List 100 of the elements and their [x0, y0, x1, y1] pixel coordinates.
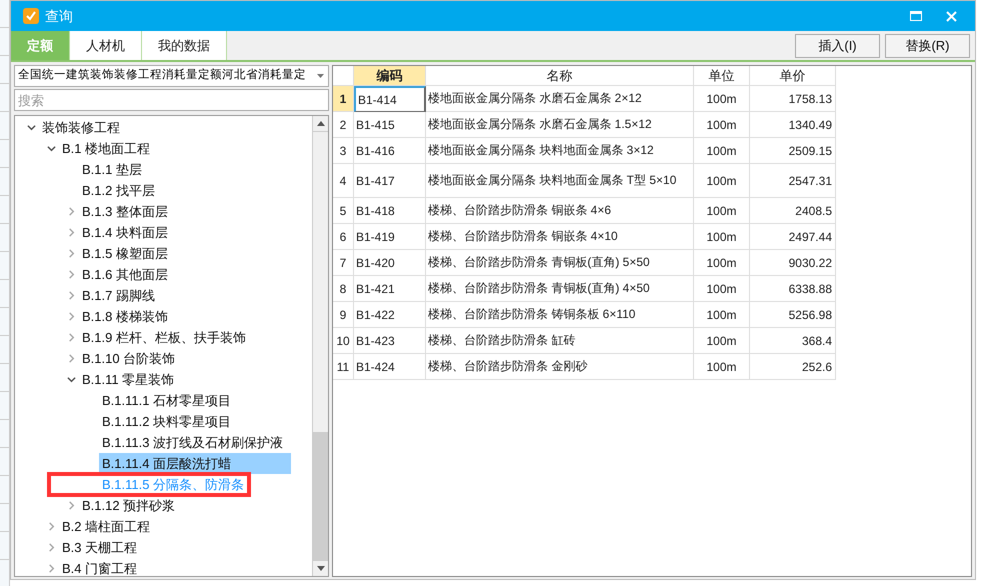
- close-icon[interactable]: [946, 10, 957, 22]
- tab[interactable]: 人材机: [70, 31, 142, 60]
- table-cell: 9030.22: [750, 250, 836, 276]
- chevron-right-icon[interactable]: [46, 564, 56, 573]
- tree-item[interactable]: 装饰装修工程: [39, 120, 120, 135]
- chevron-down-icon[interactable]: [26, 123, 36, 132]
- row-number: 7: [333, 250, 354, 276]
- chevron-right-icon[interactable]: [66, 291, 76, 300]
- scroll-up-icon[interactable]: [316, 121, 324, 126]
- chevron-right-icon[interactable]: [66, 207, 76, 216]
- tree-item[interactable]: B.1.11.4 面层酸洗打蜡: [99, 453, 292, 474]
- tree-item[interactable]: B.1.11.1 石材零星项目: [99, 393, 232, 408]
- table-cell: B1-418: [354, 198, 426, 224]
- row-number: 1: [333, 86, 354, 112]
- column-header[interactable]: 单价: [750, 66, 836, 86]
- tree-item[interactable]: B.1.7 踢脚线: [79, 288, 155, 303]
- library-dropdown[interactable]: 全国统一建筑装饰装修工程消耗量定额河北省消耗量定: [14, 65, 329, 87]
- tree-item[interactable]: B.1.1 垫层: [79, 162, 142, 177]
- table-cell: 5256.98: [750, 302, 836, 328]
- table-cell: B1-423: [354, 328, 426, 354]
- tree-item[interactable]: B.1.9 栏杆、栏板、扶手装饰: [79, 330, 246, 345]
- tree-item[interactable]: B.1.11.2 块料零星项目: [99, 414, 232, 429]
- column-header[interactable]: 单位: [694, 66, 750, 86]
- row-number: 8: [333, 276, 354, 302]
- chevron-right-icon[interactable]: [46, 543, 56, 552]
- search-field[interactable]: 搜索: [14, 89, 329, 111]
- table-cell: 100m: [694, 198, 750, 224]
- tree-item[interactable]: B.3 天棚工程: [59, 540, 138, 555]
- table-cell: 楼地面嵌金属分隔条 水磨石金属条 1.5×12: [426, 112, 694, 138]
- scroll-down-icon[interactable]: [316, 566, 324, 571]
- table-cell: 2497.44: [750, 224, 836, 250]
- tree-item[interactable]: B.4 门窗工程: [59, 561, 138, 576]
- tree-item[interactable]: B.1.11 零星装饰: [79, 372, 174, 387]
- tree-item[interactable]: B.1.3 整体面层: [79, 204, 168, 219]
- table-cell: 1340.49: [750, 112, 836, 138]
- chevron-right-icon[interactable]: [66, 333, 76, 342]
- table-cell: B1-414: [354, 86, 426, 112]
- chevron-right-icon[interactable]: [66, 312, 76, 321]
- table-cell: 100m: [694, 164, 750, 198]
- table-cell: 100m: [694, 354, 750, 380]
- table-cell: 100m: [694, 224, 750, 250]
- table-cell: B1-417: [354, 164, 426, 198]
- table-cell: 1758.13: [750, 86, 836, 112]
- column-header[interactable]: 编码: [354, 66, 426, 86]
- tree-item[interactable]: B.1 楼地面工程: [59, 141, 150, 156]
- table-cell: B1-419: [354, 224, 426, 250]
- app-logo-icon: [23, 8, 39, 24]
- table-cell: 100m: [694, 276, 750, 302]
- table-cell: 368.4: [750, 328, 836, 354]
- table-cell: 楼梯、台阶踏步防滑条 青铜板(直角) 4×50: [426, 276, 694, 302]
- row-number: 2: [333, 112, 354, 138]
- table-cell: 楼梯、台阶踏步防滑条 铜嵌条 4×10: [426, 224, 694, 250]
- table-cell: 100m: [694, 328, 750, 354]
- tree-item[interactable]: B.1.2 找平层: [79, 183, 155, 198]
- tree-item[interactable]: B.1.4 块料面层: [79, 225, 168, 240]
- chevron-right-icon[interactable]: [66, 249, 76, 258]
- tree-item[interactable]: B.1.8 楼梯装饰: [79, 309, 168, 324]
- tree-item[interactable]: B.1.12 预拌砂浆: [79, 498, 176, 513]
- table-cell: 2509.15: [750, 138, 836, 164]
- chevron-right-icon[interactable]: [66, 501, 76, 510]
- table-cell: 100m: [694, 250, 750, 276]
- chevron-down-icon[interactable]: [66, 375, 76, 384]
- table-cell: 6338.88: [750, 276, 836, 302]
- table-cell: 楼梯、台阶踏步防滑条 青铜板(直角) 5×50: [426, 250, 694, 276]
- scrollbar[interactable]: [312, 116, 328, 576]
- chevron-right-icon[interactable]: [66, 228, 76, 237]
- dropdown-caret-icon: [317, 74, 324, 78]
- row-number: 3: [333, 138, 354, 164]
- table-cell: B1-415: [354, 112, 426, 138]
- tree-item[interactable]: B.2 墙柱面工程: [59, 519, 150, 534]
- row-number: 4: [333, 164, 354, 198]
- table-cell: B1-416: [354, 138, 426, 164]
- table-cell: B1-420: [354, 250, 426, 276]
- table-cell: 100m: [694, 112, 750, 138]
- table-cell: 楼梯、台阶踏步防滑条 铜嵌条 4×6: [426, 198, 694, 224]
- chevron-right-icon[interactable]: [66, 270, 76, 279]
- column-header[interactable]: 名称: [426, 66, 694, 86]
- tree-item[interactable]: B.1.10 台阶装饰: [79, 351, 176, 366]
- table-cell: 100m: [694, 138, 750, 164]
- chevron-right-icon[interactable]: [46, 522, 56, 531]
- tree-item[interactable]: B.1.6 其他面层: [79, 267, 168, 282]
- table-cell: 252.6: [750, 354, 836, 380]
- tree-item[interactable]: B.1.11.3 波打线及石材刷保护液: [99, 435, 284, 450]
- row-number: 9: [333, 302, 354, 328]
- table-cell: B1-421: [354, 276, 426, 302]
- maximize-icon[interactable]: [910, 11, 922, 21]
- tab[interactable]: 我的数据: [142, 31, 227, 60]
- chevron-down-icon[interactable]: [46, 144, 56, 153]
- table-cell: 楼梯、台阶踏步防滑条 铸铜条板 6×110: [426, 302, 694, 328]
- toolbar-button[interactable]: 替换(R): [885, 34, 970, 58]
- scroll-thumb[interactable]: [313, 432, 328, 560]
- table-cell: 2547.31: [750, 164, 836, 198]
- chevron-right-icon[interactable]: [66, 354, 76, 363]
- table-cell: 楼梯、台阶踏步防滑条 缸砖: [426, 328, 694, 354]
- tree-item[interactable]: B.1.5 橡塑面层: [79, 246, 168, 261]
- table-cell: 楼梯、台阶踏步防滑条 金刚砂: [426, 354, 694, 380]
- toolbar-button[interactable]: 插入(I): [795, 34, 880, 58]
- window-title: 查询: [45, 6, 73, 26]
- table-cell: 100m: [694, 302, 750, 328]
- table-cell: B1-424: [354, 354, 426, 380]
